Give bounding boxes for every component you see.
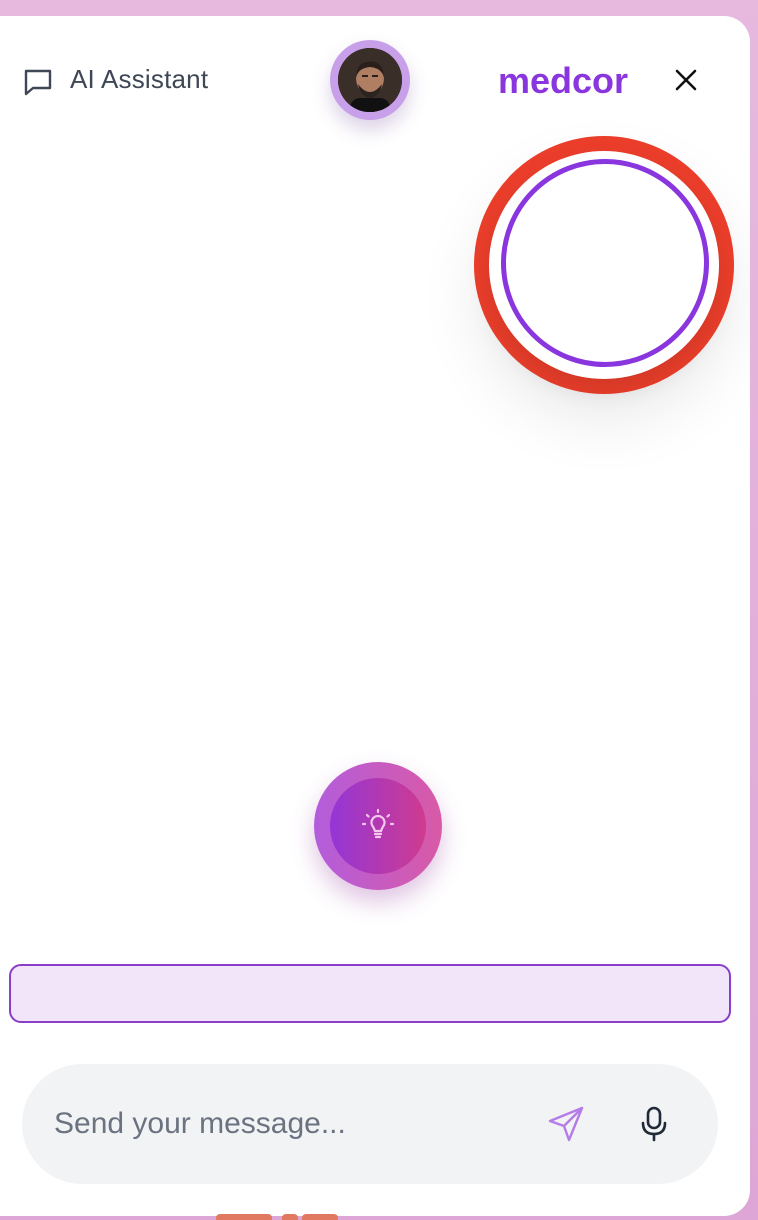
suggestion-bar[interactable]: [9, 964, 731, 1023]
lightbulb-icon: [361, 808, 395, 839]
chat-bubble-icon: [24, 69, 52, 96]
voice-orb[interactable]: [474, 136, 734, 394]
microphone-icon[interactable]: [636, 1104, 672, 1144]
message-composer: [22, 1064, 718, 1184]
background-decor: [216, 1214, 272, 1220]
avatar-photo: [338, 48, 402, 112]
avatar[interactable]: [330, 40, 410, 120]
suggestions-button-inner: [330, 778, 426, 874]
assistant-panel: AI Assistant medcor: [0, 16, 750, 1216]
send-icon[interactable]: [546, 1104, 586, 1144]
brand-logo: medcor: [498, 60, 629, 101]
background-decor: [282, 1214, 298, 1220]
close-icon[interactable]: [670, 64, 702, 96]
suggestions-button[interactable]: [314, 762, 442, 890]
voice-orb-ring: [501, 159, 709, 367]
voice-orb-inner: [489, 151, 719, 379]
header-title: AI Assistant: [70, 64, 209, 94]
background-decor: [302, 1214, 338, 1220]
message-input[interactable]: [54, 1100, 524, 1148]
